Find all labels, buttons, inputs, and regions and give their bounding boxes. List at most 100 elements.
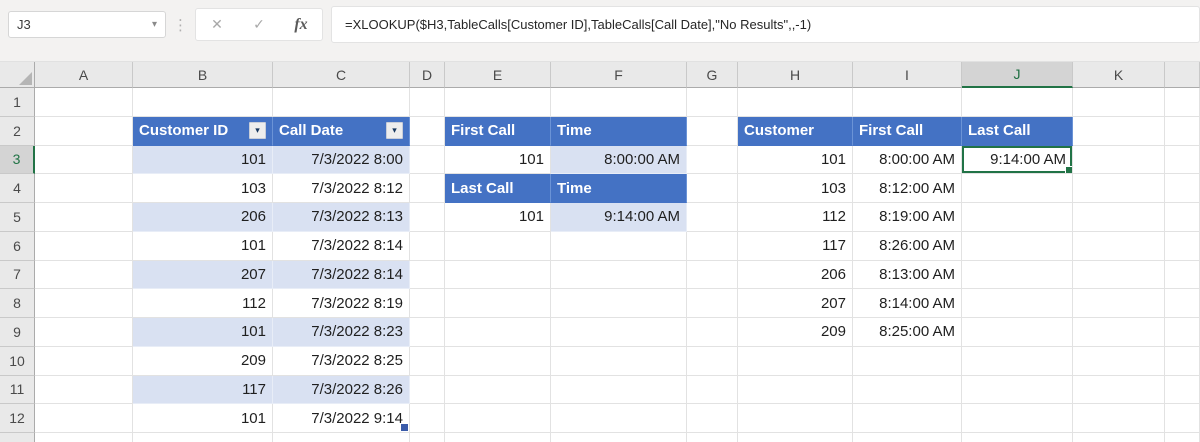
cell-K2[interactable]	[1073, 116, 1165, 146]
cell-H5[interactable]: 112	[738, 203, 853, 232]
cell-E5[interactable]: 101	[445, 203, 551, 232]
cell-J6[interactable]	[962, 231, 1073, 261]
cell-C5[interactable]: 7/3/2022 8:13	[273, 203, 410, 232]
cell-J9[interactable]	[962, 318, 1073, 347]
cell-B3[interactable]: 101	[133, 145, 273, 175]
cell-C12[interactable]: 7/3/2022 9:14	[273, 404, 410, 433]
cell-L1[interactable]	[1165, 88, 1200, 117]
cell-C13[interactable]	[273, 433, 410, 442]
cell-E13[interactable]	[445, 433, 551, 442]
cell-J1[interactable]	[962, 88, 1073, 117]
cell-K4[interactable]	[1073, 174, 1165, 203]
cell-D3[interactable]	[410, 145, 445, 175]
cell-F13[interactable]	[551, 433, 687, 442]
cell-I1[interactable]	[853, 88, 962, 117]
cell-J12[interactable]	[962, 404, 1073, 433]
cell-A4[interactable]	[35, 174, 133, 203]
formula-bar[interactable]: =XLOOKUP($H3,TableCalls[Customer ID],Tab…	[331, 6, 1200, 43]
cell-F3[interactable]: 8:00:00 AM	[551, 145, 687, 175]
cell-H6[interactable]: 117	[738, 231, 853, 261]
cell-J4[interactable]	[962, 174, 1073, 203]
cell-A6[interactable]	[35, 231, 133, 261]
column-header-K[interactable]: K	[1073, 62, 1165, 88]
cell-H12[interactable]	[738, 404, 853, 433]
cell-J10[interactable]	[962, 346, 1073, 376]
row-header-7[interactable]: 7	[0, 260, 35, 290]
cell-A13[interactable]	[35, 433, 133, 442]
cell-J13[interactable]	[962, 433, 1073, 442]
column-header-F[interactable]: F	[551, 62, 687, 88]
row-header-6[interactable]: 6	[0, 231, 35, 261]
cell-C1[interactable]	[273, 88, 410, 117]
column-header-H[interactable]: H	[738, 62, 853, 88]
cell-C11[interactable]: 7/3/2022 8:26	[273, 375, 410, 405]
cell-H11[interactable]	[738, 375, 853, 405]
cell-E8[interactable]	[445, 289, 551, 318]
cell-I11[interactable]	[853, 375, 962, 405]
cell-D6[interactable]	[410, 231, 445, 261]
cell-G5[interactable]	[687, 203, 738, 232]
cell-C4[interactable]: 7/3/2022 8:12	[273, 174, 410, 203]
cell-J2[interactable]: Last Call	[962, 116, 1073, 146]
column-header-J[interactable]: J	[962, 62, 1073, 88]
cell-E2[interactable]: First Call	[445, 116, 551, 146]
cell-B1[interactable]	[133, 88, 273, 117]
cell-A2[interactable]	[35, 116, 133, 146]
cell-H13[interactable]	[738, 433, 853, 442]
cell-D4[interactable]	[410, 174, 445, 203]
cell-F7[interactable]	[551, 260, 687, 290]
cell-A7[interactable]	[35, 260, 133, 290]
column-header-L[interactable]	[1165, 62, 1200, 88]
cell-A9[interactable]	[35, 318, 133, 347]
cell-K1[interactable]	[1073, 88, 1165, 117]
row-header-12[interactable]: 12	[0, 404, 35, 433]
cell-H3[interactable]: 101	[738, 145, 853, 175]
cell-G10[interactable]	[687, 346, 738, 376]
cell-K9[interactable]	[1073, 318, 1165, 347]
row-header-1[interactable]: 1	[0, 88, 35, 117]
cell-L11[interactable]	[1165, 375, 1200, 405]
cell-I13[interactable]	[853, 433, 962, 442]
insert-function-icon[interactable]: fx	[280, 16, 322, 34]
cell-K5[interactable]	[1073, 203, 1165, 232]
cell-D10[interactable]	[410, 346, 445, 376]
cell-E9[interactable]	[445, 318, 551, 347]
column-header-B[interactable]: B	[133, 62, 273, 88]
cell-L13[interactable]	[1165, 433, 1200, 442]
cell-F1[interactable]	[551, 88, 687, 117]
cell-H9[interactable]: 209	[738, 318, 853, 347]
cell-G8[interactable]	[687, 289, 738, 318]
cell-F5[interactable]: 9:14:00 AM	[551, 203, 687, 232]
cell-K3[interactable]	[1073, 145, 1165, 175]
cell-F2[interactable]: Time	[551, 116, 687, 146]
cell-F12[interactable]	[551, 404, 687, 433]
cell-B7[interactable]: 207	[133, 260, 273, 290]
cell-H2[interactable]: Customer	[738, 116, 853, 146]
name-box-dropdown-icon[interactable]: ▾	[152, 19, 157, 30]
cell-G1[interactable]	[687, 88, 738, 117]
column-header-I[interactable]: I	[853, 62, 962, 88]
name-box[interactable]: J3 ▾	[8, 11, 166, 38]
cell-E7[interactable]	[445, 260, 551, 290]
row-header-9[interactable]: 9	[0, 318, 35, 347]
cell-J5[interactable]	[962, 203, 1073, 232]
cell-B5[interactable]: 206	[133, 203, 273, 232]
cell-G2[interactable]	[687, 116, 738, 146]
cell-A5[interactable]	[35, 203, 133, 232]
cell-K8[interactable]	[1073, 289, 1165, 318]
cancel-icon[interactable]: ✕	[196, 16, 238, 33]
enter-icon[interactable]: ✓	[238, 16, 280, 33]
cell-C3[interactable]: 7/3/2022 8:00	[273, 145, 410, 175]
cell-K7[interactable]	[1073, 260, 1165, 290]
cell-G12[interactable]	[687, 404, 738, 433]
row-header-4[interactable]: 4	[0, 174, 35, 203]
cell-L5[interactable]	[1165, 203, 1200, 232]
cell-I9[interactable]: 8:25:00 AM	[853, 318, 962, 347]
cell-L2[interactable]	[1165, 116, 1200, 146]
cell-A12[interactable]	[35, 404, 133, 433]
cell-L8[interactable]	[1165, 289, 1200, 318]
table-resize-handle[interactable]	[401, 424, 408, 431]
cell-E6[interactable]	[445, 231, 551, 261]
cell-C9[interactable]: 7/3/2022 8:23	[273, 318, 410, 347]
cell-A10[interactable]	[35, 346, 133, 376]
